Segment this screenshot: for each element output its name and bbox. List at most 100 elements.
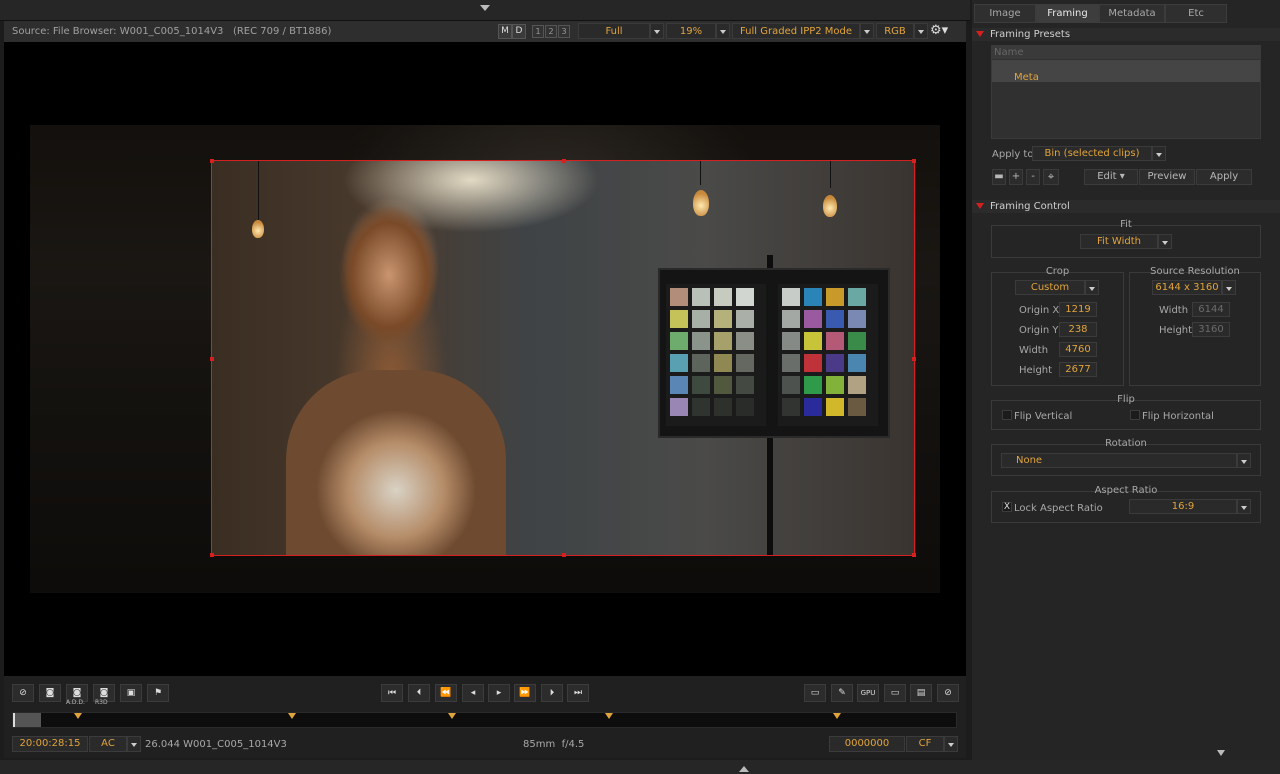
chevron-down-icon[interactable] <box>650 23 664 39</box>
source-resolution-dropdown[interactable]: 6144 x 3160 <box>1152 280 1222 295</box>
preset-name-header[interactable]: Name <box>992 46 1260 59</box>
bottom-collapse-strip[interactable] <box>0 760 1280 774</box>
ruler-icon[interactable]: ▤ <box>910 684 932 702</box>
aspect-ratio-dropdown[interactable]: 16:9 <box>1129 499 1237 514</box>
tab-etc[interactable]: Etc <box>1165 4 1227 23</box>
timeline-scrubber[interactable] <box>12 712 957 728</box>
lock-aspect-checkbox[interactable]: X <box>1002 502 1012 512</box>
chevron-down-icon[interactable] <box>127 736 141 752</box>
collapse-triangle-icon[interactable] <box>976 203 984 209</box>
timeline-marker[interactable] <box>288 713 296 719</box>
crop-dropdown[interactable]: Custom <box>1015 280 1085 295</box>
collapse-up-icon[interactable] <box>739 766 749 772</box>
tab-metadata[interactable]: Metadata <box>1099 4 1165 23</box>
chevron-down-icon[interactable] <box>914 23 928 39</box>
chevron-down-icon[interactable] <box>1085 280 1099 295</box>
apply-button[interactable]: Apply <box>1196 169 1252 185</box>
origin-y-field[interactable]: 238 <box>1059 322 1097 337</box>
timeline-marker[interactable] <box>448 713 456 719</box>
viewer-toolbar: Source: File Browser: W001_C005_1014V3 (… <box>4 21 966 42</box>
crop-width-field[interactable]: 4760 <box>1059 342 1097 357</box>
guides-icon[interactable]: ▭ <box>884 684 906 702</box>
edit-button[interactable]: Edit ▾ <box>1084 169 1138 185</box>
chevron-down-icon[interactable] <box>860 23 874 39</box>
source-height-field: 3160 <box>1192 322 1230 337</box>
timeline-marker[interactable] <box>605 713 613 719</box>
fit-dropdown[interactable]: Fit Width <box>1080 234 1158 249</box>
mode-dropdown[interactable]: Full Graded IPP2 Mode <box>732 23 860 39</box>
rotation-label: Rotation <box>1105 438 1147 449</box>
gear-icon[interactable]: ⚙▾ <box>930 23 960 39</box>
crop-handle[interactable] <box>912 159 916 163</box>
play-icon[interactable]: ▸ <box>488 684 510 702</box>
chevron-down-icon[interactable] <box>1222 280 1236 295</box>
chevron-down-icon[interactable] <box>1152 146 1166 161</box>
layout-2-button[interactable]: 2 <box>545 25 557 38</box>
layout-1-button[interactable]: 1 <box>532 25 544 38</box>
apply-to-dropdown[interactable]: Bin (selected clips) <box>1032 146 1152 161</box>
crop-handle[interactable] <box>210 159 214 163</box>
preview-button[interactable]: Preview <box>1139 169 1195 185</box>
crop-frame[interactable] <box>210 159 916 557</box>
no-video-icon[interactable]: ⊘ <box>937 684 959 702</box>
pen-icon[interactable]: ✎ <box>831 684 853 702</box>
chevron-down-icon[interactable] <box>1237 499 1251 514</box>
origin-x-field[interactable]: 1219 <box>1059 302 1097 317</box>
go-to-start-icon[interactable]: ⏮ <box>381 684 403 702</box>
tc-mode-dropdown[interactable]: AC <box>89 736 127 752</box>
crop-handle[interactable] <box>562 159 566 163</box>
scroll-down-icon[interactable] <box>1217 750 1225 756</box>
crop-height-field[interactable]: 2677 <box>1059 362 1097 377</box>
m-button[interactable]: M <box>498 24 512 39</box>
timeline-marker[interactable] <box>833 713 841 719</box>
remove-preset-button[interactable]: - <box>1026 169 1040 185</box>
rewind-icon[interactable]: ⏪ <box>435 684 457 702</box>
tab-framing[interactable]: Framing <box>1036 4 1099 23</box>
flip-vertical-label: Flip Vertical <box>1014 411 1073 422</box>
target-icon[interactable]: ⌖ <box>1043 169 1059 185</box>
framing-control-header[interactable]: Framing Control <box>972 200 1280 213</box>
camera-icon[interactable]: ◙ <box>39 684 61 702</box>
chevron-down-icon[interactable] <box>1237 453 1251 468</box>
next-mark-icon[interactable]: ⏵ <box>541 684 563 702</box>
step-back-icon[interactable]: ◂ <box>462 684 484 702</box>
go-to-end-icon[interactable]: ⏭ <box>567 684 589 702</box>
gpu-icon[interactable]: GPU <box>857 684 879 702</box>
channel-dropdown[interactable]: RGB <box>876 23 914 39</box>
prev-mark-icon[interactable]: ⏴ <box>408 684 430 702</box>
collapse-triangle-icon[interactable] <box>976 31 984 37</box>
timeline-marker[interactable] <box>74 713 82 719</box>
framing-presets-header[interactable]: Framing Presets <box>972 28 1280 41</box>
quality-dropdown[interactable]: Full <box>578 23 650 39</box>
timecode-field[interactable]: 20:00:28:15 <box>12 736 88 752</box>
fast-forward-icon[interactable]: ⏩ <box>514 684 536 702</box>
preset-item[interactable]: Meta <box>1014 72 1039 83</box>
chevron-down-icon[interactable] <box>716 23 730 39</box>
flip-vertical-checkbox[interactable] <box>1002 410 1012 420</box>
frame-field[interactable]: 0000000 <box>829 736 905 752</box>
d-button[interactable]: D <box>512 24 526 39</box>
tab-image[interactable]: Image <box>974 4 1036 23</box>
playhead[interactable] <box>13 713 41 727</box>
crop-handle[interactable] <box>210 357 214 361</box>
add-preset-button[interactable]: + <box>1009 169 1023 185</box>
chevron-down-icon[interactable] <box>1158 234 1172 249</box>
collapse-down-icon[interactable] <box>480 5 490 11</box>
layout-3-button[interactable]: 3 <box>558 25 570 38</box>
folder-icon[interactable]: ▬ <box>992 169 1006 185</box>
no-audio-icon[interactable]: ⊘ <box>12 684 34 702</box>
frame-mode-dropdown[interactable]: CF <box>906 736 944 752</box>
origin-x-label: Origin X <box>1019 305 1060 316</box>
export-frame-icon[interactable]: ▣ <box>120 684 142 702</box>
rotation-dropdown[interactable]: None <box>1001 453 1237 468</box>
zoom-dropdown[interactable]: 19% <box>666 23 716 39</box>
crop-handle[interactable] <box>210 553 214 557</box>
monitor-icon[interactable]: ▭ <box>804 684 826 702</box>
flip-horizontal-checkbox[interactable] <box>1130 410 1140 420</box>
chevron-down-icon[interactable] <box>944 736 958 752</box>
crop-handle[interactable] <box>912 357 916 361</box>
flag-icon[interactable]: ⚑ <box>147 684 169 702</box>
crop-handle[interactable] <box>912 553 916 557</box>
source-label: Source: File Browser: W001_C005_1014V3 (… <box>12 26 332 37</box>
crop-handle[interactable] <box>562 553 566 557</box>
